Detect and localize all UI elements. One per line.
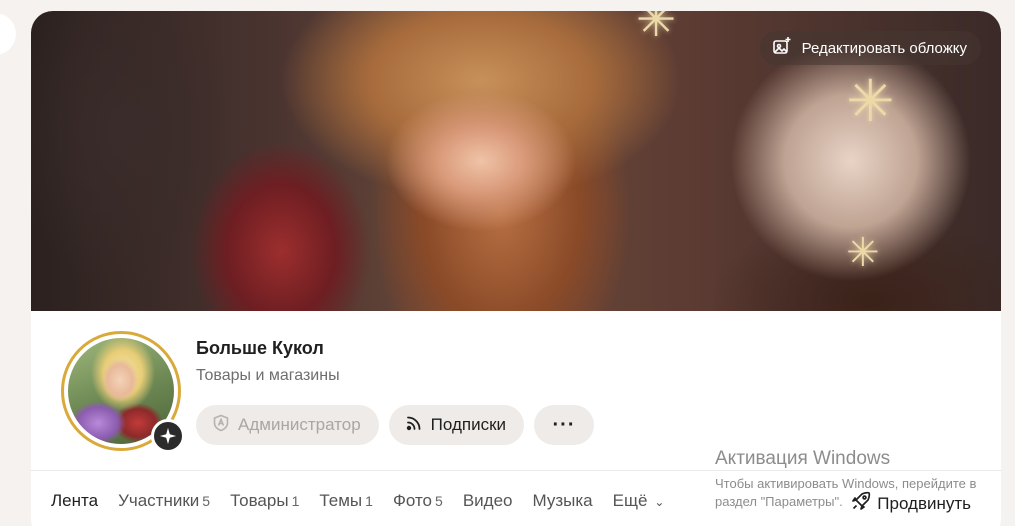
tab-members[interactable]: Участники 5 [118, 491, 210, 511]
subscriptions-button[interactable]: Подписки [388, 405, 525, 445]
sparkle-icon: ✳ [846, 231, 880, 275]
edit-image-icon [772, 36, 792, 60]
windows-activation-watermark: Активация Windows Чтобы активировать Win… [715, 448, 976, 509]
tab-count: 5 [202, 493, 211, 509]
tab-label: Видео [462, 491, 513, 510]
watermark-line: Чтобы активировать Windows, перейдите в [715, 476, 977, 491]
tab-label: Темы [319, 491, 363, 510]
tab-more[interactable]: Ещё ⌄ [613, 491, 665, 511]
tab-label: Лента [51, 491, 99, 510]
group-avatar[interactable] [61, 331, 185, 453]
tab-label: Фото [392, 491, 433, 510]
tab-music[interactable]: Музыка [532, 491, 592, 511]
shield-icon [212, 414, 230, 437]
tab-label: Участники [118, 491, 200, 510]
tab-label: Товары [230, 491, 289, 510]
tab-count: 1 [365, 493, 373, 509]
edit-cover-label: Редактировать обложку [801, 39, 967, 57]
tab-video[interactable]: Видео [463, 491, 513, 511]
administrator-button[interactable]: Администратор [196, 405, 379, 445]
sparkle-badge-icon [151, 419, 185, 453]
tab-products[interactable]: Товары 1 [230, 491, 299, 511]
watermark-line: раздел "Параметры". [715, 494, 843, 509]
tab-topics[interactable]: Темы 1 [319, 491, 373, 511]
tab-photos[interactable]: Фото 5 [393, 491, 443, 511]
watermark-title: Активация Windows [715, 448, 891, 469]
group-category[interactable]: Товары и магазины [196, 367, 340, 385]
more-options-button[interactable]: ··· [534, 405, 595, 445]
chevron-down-icon: ⌄ [654, 495, 665, 509]
sparkle-icon: ✳ [636, 11, 677, 47]
tab-count: 1 [291, 493, 300, 509]
subscriptions-label: Подписки [430, 415, 507, 434]
group-tabs: Лента Участники 5 Товары 1 Темы 1 Фото 5… [51, 491, 664, 511]
tab-label: Музыка [532, 491, 593, 510]
administrator-label: Администратор [238, 415, 361, 434]
tab-feed[interactable]: Лента [51, 491, 98, 511]
tab-count: 5 [435, 493, 443, 509]
rss-icon [405, 414, 423, 437]
edit-cover-button[interactable]: Редактировать обложку [759, 31, 981, 65]
cover-image: ✳ ✳ ✳ Редактировать обложку [31, 11, 1001, 311]
sparkle-icon: ✳ [846, 69, 895, 134]
more-dots-icon: ··· [552, 413, 576, 436]
group-title: Больше Кукол [196, 338, 324, 358]
tab-label: Ещё [612, 491, 648, 510]
side-avatar-edge[interactable] [0, 13, 16, 55]
